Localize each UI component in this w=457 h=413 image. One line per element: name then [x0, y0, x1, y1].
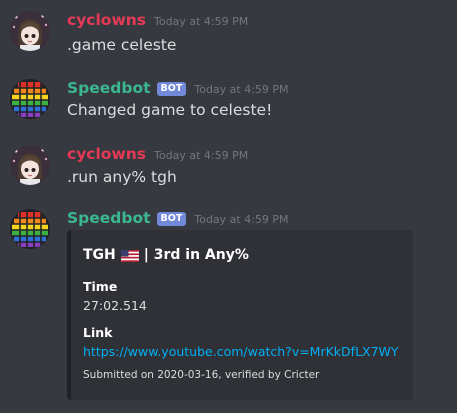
timestamp: Today at 4:59 PM: [194, 213, 289, 226]
field-time-value: 27:02.514: [83, 298, 147, 313]
timestamp: Today at 4:59 PM: [194, 83, 289, 96]
message-header: Speedbot BOT Today at 4:59 PM: [67, 79, 289, 98]
speedbot-avatar[interactable]: [10, 209, 50, 249]
video-link[interactable]: https://www.youtube.com/watch?v=MrKkDfLX…: [83, 344, 399, 359]
author-name[interactable]: cyclowns: [67, 145, 146, 163]
timestamp: Today at 4:59 PM: [154, 149, 249, 162]
bot-badge: BOT: [156, 82, 187, 96]
run-embed: TGH | 3rd in Any% Time 27:02.514 Link ht…: [67, 230, 413, 400]
field-time-label: Time: [83, 279, 118, 294]
field-link-value: https://www.youtube.com/watch?v=MrKkDfLX…: [83, 344, 399, 359]
author-name[interactable]: cyclowns: [67, 11, 146, 29]
message-header: cyclowns Today at 4:59 PM: [67, 11, 248, 29]
embed-title: TGH | 3rd in Any%: [83, 247, 249, 263]
speedbot-avatar[interactable]: [10, 79, 50, 119]
us-flag-icon: [120, 250, 139, 262]
cyclowns-avatar[interactable]: [10, 145, 50, 185]
message-header: Speedbot BOT Today at 4:59 PM: [67, 209, 289, 228]
message-text: .game celeste: [67, 36, 177, 54]
message-text: .run any% tgh: [67, 168, 177, 186]
field-link-label: Link: [83, 325, 113, 340]
bot-badge: BOT: [156, 212, 187, 226]
timestamp: Today at 4:59 PM: [154, 15, 249, 28]
author-name[interactable]: Speedbot: [67, 79, 151, 97]
embed-title-rest: | 3rd in Any%: [143, 247, 249, 263]
cyclowns-avatar[interactable]: [10, 11, 50, 51]
message-header: cyclowns Today at 4:59 PM: [67, 145, 248, 163]
embed-player-name: TGH: [83, 247, 116, 263]
author-name[interactable]: Speedbot: [67, 209, 151, 227]
embed-footer: Submitted on 2020-03-16, verified by Cri…: [83, 369, 320, 381]
message-text: Changed game to celeste!: [67, 101, 273, 119]
